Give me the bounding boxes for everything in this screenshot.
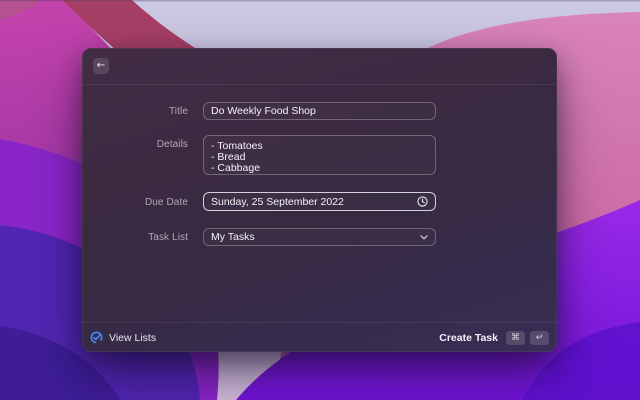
footer-bar: View Lists Create Task ⌘ ↵ <box>82 322 557 352</box>
view-lists-button[interactable]: View Lists <box>90 331 156 344</box>
back-arrow-icon: ← <box>96 60 106 71</box>
details-textarea[interactable]: - Tomatoes - Bread - Cabbage <box>203 135 436 175</box>
due-date-label: Due Date <box>144 197 188 208</box>
task-list-select[interactable]: My Tasks <box>203 228 436 246</box>
due-date-value: Sunday, 25 September 2022 <box>211 195 344 208</box>
clock-icon <box>417 196 428 207</box>
title-input[interactable] <box>203 102 436 120</box>
details-label: Details <box>156 139 188 150</box>
command-key-badge: ⌘ <box>506 330 525 345</box>
due-date-field[interactable]: Sunday, 25 September 2022 <box>203 192 436 211</box>
title-label: Title <box>168 106 188 117</box>
create-task-button[interactable]: Create Task ⌘ ↵ <box>439 330 549 345</box>
task-list-value: My Tasks <box>211 231 255 243</box>
create-task-window: ← Title Details - Tomatoes - Bread - Cab… <box>82 48 557 352</box>
tasks-app-icon <box>90 331 103 344</box>
view-lists-label: View Lists <box>109 331 157 344</box>
task-list-label: Task List <box>148 232 188 243</box>
back-button[interactable]: ← <box>93 58 109 74</box>
create-task-label: Create Task <box>439 331 498 344</box>
desktop: { "window": { "header": { "back_icon": "… <box>0 0 640 400</box>
window-header: ← <box>82 48 557 85</box>
chevron-down-icon <box>420 234 428 240</box>
return-key-badge: ↵ <box>530 330 549 345</box>
